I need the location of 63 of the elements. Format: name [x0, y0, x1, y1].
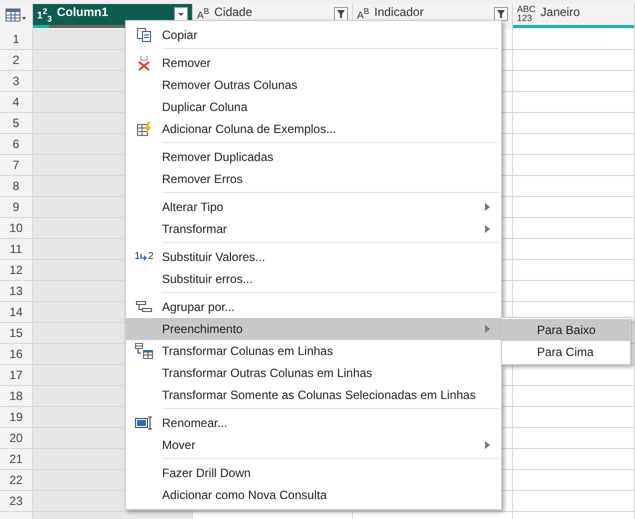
menu-item[interactable]: Adicionar como Nova Consulta	[126, 484, 501, 506]
row-number: 9	[0, 197, 33, 218]
menu-item[interactable]: Renomear...	[126, 412, 501, 434]
row-number: 7	[0, 155, 33, 176]
menu-item[interactable]: Substituir erros...	[126, 268, 501, 290]
row-number: 16	[0, 344, 33, 365]
copy-icon	[136, 27, 152, 43]
menu-item[interactable]: Agrupar por...	[126, 296, 501, 318]
row-number: 18	[0, 386, 33, 407]
menu-item[interactable]: Mover	[126, 434, 501, 456]
row-number: 23	[0, 491, 33, 512]
remove-icon	[136, 55, 152, 71]
row-number: 19	[0, 407, 33, 428]
menu-item[interactable]: Alterar Tipo	[126, 196, 501, 218]
table-lightning-icon	[136, 121, 152, 137]
row-number: 6	[0, 134, 33, 155]
row-number: 3	[0, 71, 33, 92]
filter-icon[interactable]	[334, 7, 348, 21]
row-number: 2	[0, 50, 33, 71]
row-number: 5	[0, 113, 33, 134]
row-number: 15	[0, 323, 33, 344]
menu-item[interactable]: Preenchimento	[126, 318, 501, 340]
row-number: 11	[0, 239, 33, 260]
menu-item[interactable]: Remover Duplicadas	[126, 146, 501, 168]
replace-digit: 2	[148, 252, 154, 262]
menu-item[interactable]: Para Baixo	[502, 319, 630, 341]
row-number: 14	[0, 302, 33, 323]
table-menu-icon[interactable]	[5, 8, 27, 22]
row-number: 13	[0, 281, 33, 302]
row-number: 12	[0, 260, 33, 281]
menu-item[interactable]: Fazer Drill Down	[126, 462, 501, 484]
row-number: 17	[0, 365, 33, 386]
type-label: ABC	[517, 5, 536, 14]
menu-item[interactable]: Transformar	[126, 218, 501, 240]
type-label: 123	[517, 14, 534, 23]
row-number: 22	[0, 470, 33, 491]
menu-item[interactable]: Para Cima	[502, 341, 630, 363]
row-number: 20	[0, 428, 33, 449]
menu-item[interactable]: Transformar Outras Colunas em Linhas	[126, 362, 501, 384]
row-number: 10	[0, 218, 33, 239]
row-number: 4	[0, 92, 33, 113]
column-header[interactable]: 1$^{2}$$_{3}$ Column1	[33, 4, 193, 25]
menu-item[interactable]: Remover Erros	[126, 168, 501, 190]
row-number: 8	[0, 176, 33, 197]
menu-item[interactable]: Copiar	[126, 24, 501, 46]
menu-item[interactable]: Duplicar Coluna	[126, 96, 501, 118]
rename-icon	[135, 416, 153, 430]
type-label: A$^{B}$	[197, 5, 210, 22]
menu-item[interactable]: Adicionar Coluna de Exemplos...	[126, 118, 501, 140]
replace-digit: 1	[134, 252, 140, 262]
row-number: 1	[0, 29, 33, 50]
filter-icon[interactable]	[494, 7, 508, 21]
row-number: 21	[0, 449, 33, 470]
menu-item[interactable]: Transformar Somente as Colunas Selecionadas em Linhas	[126, 384, 501, 406]
menu-item[interactable]: Transformar Colunas em Linhas	[126, 340, 501, 362]
unpivot-icon	[135, 343, 153, 359]
menu-item[interactable]: 1 2 Substituir Valores...	[126, 246, 501, 268]
menu-item[interactable]: Remover	[126, 52, 501, 74]
dropdown-icon[interactable]	[174, 7, 188, 21]
arrow-icon	[140, 254, 148, 262]
menu-item[interactable]: Remover Outras Colunas	[126, 74, 501, 96]
type-label: A$^{B}$	[357, 5, 370, 22]
group-icon	[136, 300, 152, 314]
